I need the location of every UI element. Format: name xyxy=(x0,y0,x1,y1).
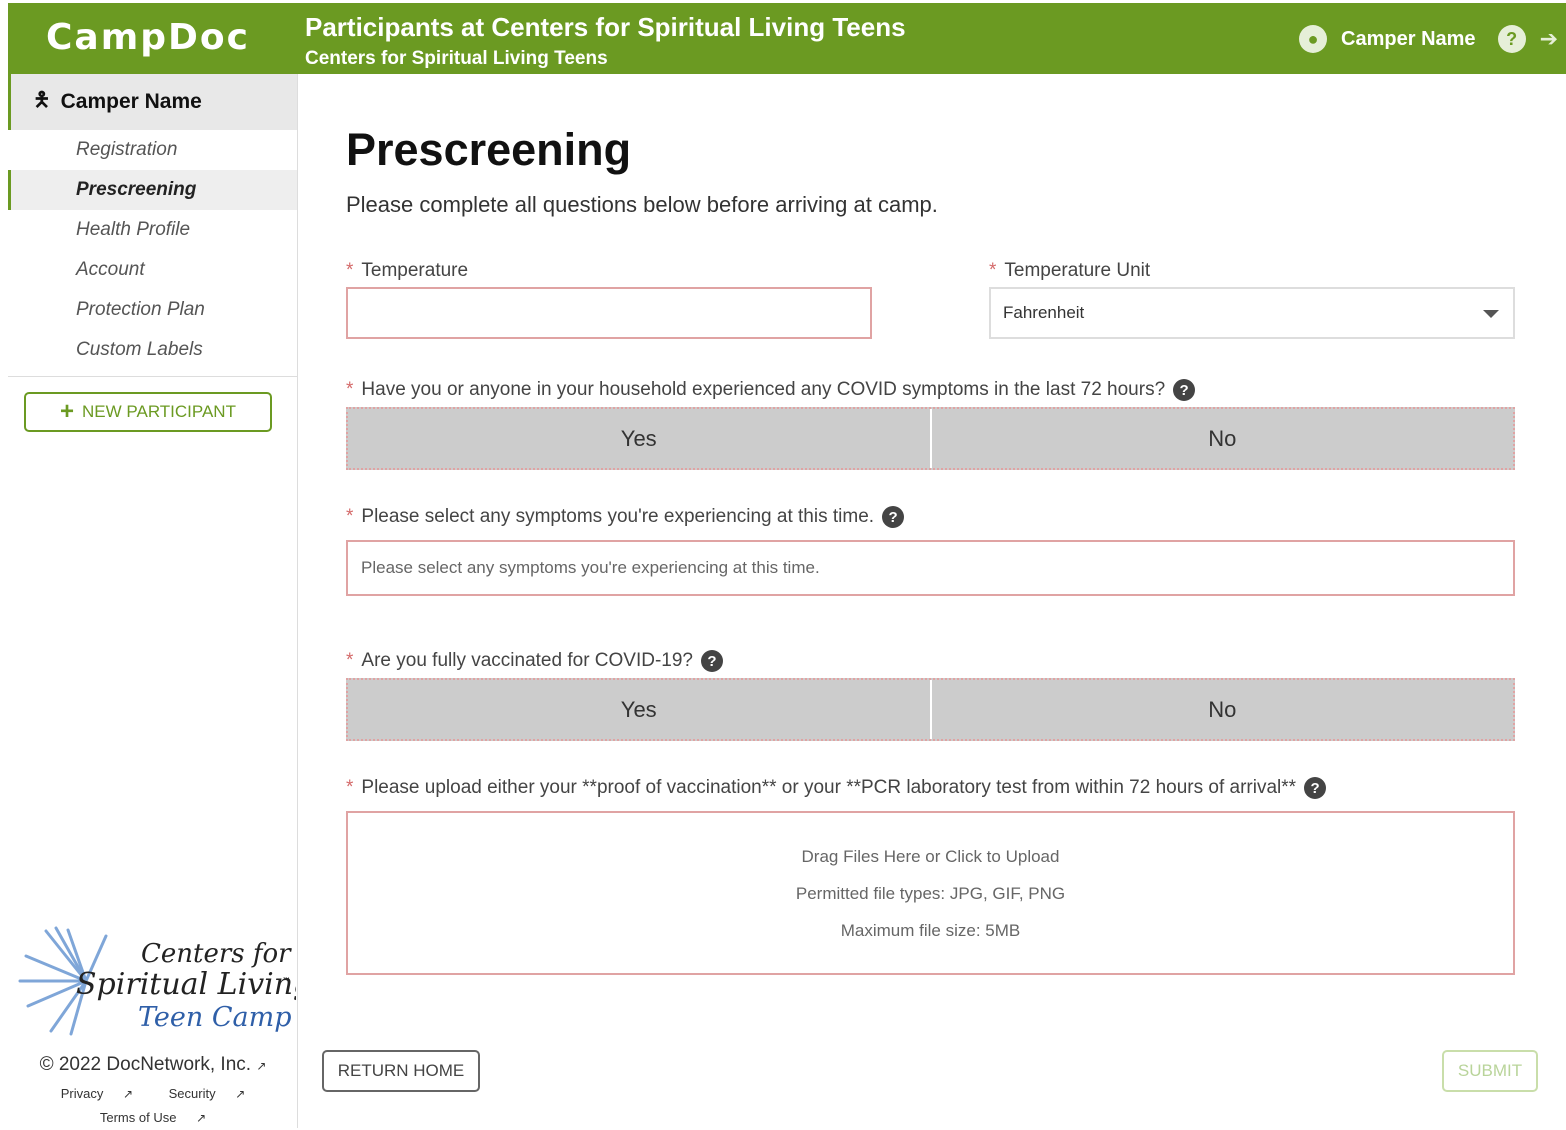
brand-line2: Spiritual Living xyxy=(76,967,296,1002)
vaccinated-label: * Are you fully vaccinated for COVID-19?? xyxy=(346,650,723,672)
sidebar-item-protection-plan[interactable]: Protection Plan xyxy=(8,290,297,330)
vaccinated-yes-button[interactable]: Yes xyxy=(348,680,932,739)
temperature-unit-value: Fahrenheit xyxy=(1003,303,1084,323)
required-marker: * xyxy=(346,506,353,527)
logout-icon[interactable]: ➔ xyxy=(1540,26,1558,52)
new-participant-label: NEW PARTICIPANT xyxy=(82,402,236,422)
covid-symptoms-label-text: Have you or anyone in your household exp… xyxy=(361,379,1165,400)
security-label: Security xyxy=(169,1086,216,1101)
footer-links: Privacy ↗ Security ↗ Terms of Use ↗ xyxy=(8,1082,298,1130)
help-icon[interactable]: ? xyxy=(1304,777,1326,799)
temperature-unit-label-text: Temperature Unit xyxy=(1004,260,1150,281)
external-link-icon: ↗ xyxy=(235,1087,245,1101)
submit-button[interactable]: SUBMIT xyxy=(1442,1050,1538,1092)
participant-header[interactable]: 🯅 Camper Name xyxy=(8,74,297,130)
upload-max-size: Maximum file size: 5MB xyxy=(348,912,1513,949)
vaccinated-label-text: Are you fully vaccinated for COVID-19? xyxy=(361,650,693,671)
sidebar-item-custom-labels[interactable]: Custom Labels xyxy=(8,330,297,370)
vaccinated-toggle: Yes No xyxy=(346,678,1515,741)
external-link-icon: ↗ xyxy=(196,1111,206,1125)
brand-line3: Teen Camp xyxy=(138,1002,291,1033)
covid-symptoms-toggle: Yes No xyxy=(346,407,1515,470)
covid-symptoms-yes-button[interactable]: Yes xyxy=(348,409,932,468)
user-name[interactable]: Camper Name xyxy=(1341,28,1476,51)
header-title: Participants at Centers for Spiritual Li… xyxy=(305,12,906,43)
main-content: Prescreening Please complete all questio… xyxy=(298,74,1566,1128)
copyright-text: © 2022 DocNetwork, Inc. xyxy=(40,1054,251,1075)
required-marker: * xyxy=(346,379,353,400)
symptoms-label: * Please select any symptoms you're exper… xyxy=(346,506,904,528)
temperature-unit-select[interactable]: Fahrenheit xyxy=(989,287,1515,339)
return-home-button[interactable]: RETURN HOME xyxy=(322,1050,480,1092)
copyright[interactable]: © 2022 DocNetwork, Inc. ↗ xyxy=(8,1054,298,1076)
person-icon: 🯅 xyxy=(33,85,51,119)
temperature-label: * Temperature xyxy=(346,260,468,282)
upload-label: * Please upload either your **proof of va… xyxy=(346,777,1326,799)
chevron-down-icon xyxy=(1483,310,1499,318)
help-icon[interactable]: ? xyxy=(1173,379,1195,401)
privacy-link[interactable]: Privacy ↗ xyxy=(53,1086,141,1101)
security-link[interactable]: Security ↗ xyxy=(161,1086,254,1101)
file-upload-dropzone[interactable]: Drag Files Here or Click to Upload Permi… xyxy=(346,811,1515,975)
user-icon[interactable]: ● xyxy=(1299,25,1327,53)
upload-instruction: Drag Files Here or Click to Upload xyxy=(348,838,1513,875)
covid-symptoms-label: * Have you or anyone in your household ex… xyxy=(346,379,1195,401)
terms-link[interactable]: Terms of Use ↗ xyxy=(92,1110,214,1125)
upload-file-types: Permitted file types: JPG, GIF, PNG xyxy=(348,875,1513,912)
terms-label: Terms of Use xyxy=(100,1110,177,1125)
symptoms-label-text: Please select any symptoms you're experi… xyxy=(361,506,874,527)
participant-name: Camper Name xyxy=(61,90,202,114)
brand-tm: ™ xyxy=(282,977,291,987)
required-marker: * xyxy=(346,777,353,798)
help-icon[interactable]: ? xyxy=(1498,25,1526,53)
header-subtitle: Centers for Spiritual Living Teens xyxy=(305,48,608,70)
sidebar-divider xyxy=(8,376,297,377)
campdoc-logo[interactable]: CampDoc xyxy=(46,17,250,58)
page-title: Prescreening xyxy=(346,124,631,176)
sidebar: 🯅 Camper Name Registration Prescreening … xyxy=(8,74,298,1128)
required-marker: * xyxy=(346,650,353,671)
vaccinated-no-button[interactable]: No xyxy=(932,680,1514,739)
covid-symptoms-no-button[interactable]: No xyxy=(932,409,1514,468)
user-menu: ● Camper Name ? ➔ xyxy=(1299,25,1558,53)
sidebar-footer: © 2022 DocNetwork, Inc. ↗ Privacy ↗ Secu… xyxy=(8,1054,298,1130)
symptoms-placeholder: Please select any symptoms you're experi… xyxy=(361,558,820,578)
external-link-icon: ↗ xyxy=(256,1059,266,1073)
new-participant-button[interactable]: + NEW PARTICIPANT xyxy=(24,392,272,432)
brand-line1: Centers for xyxy=(141,939,292,969)
external-link-icon: ↗ xyxy=(123,1087,133,1101)
camp-brand-logo: Centers for Spiritual Living ™ Teen Camp xyxy=(16,926,296,1041)
upload-label-text: Please upload either your **proof of vac… xyxy=(361,777,1296,798)
privacy-label: Privacy xyxy=(61,1086,104,1101)
required-marker: * xyxy=(989,260,996,281)
sidebar-item-account[interactable]: Account xyxy=(8,250,297,290)
required-marker: * xyxy=(346,260,353,281)
sidebar-item-prescreening[interactable]: Prescreening xyxy=(8,170,297,210)
sidebar-item-registration[interactable]: Registration xyxy=(8,130,297,170)
help-icon[interactable]: ? xyxy=(882,506,904,528)
symptoms-multiselect[interactable]: Please select any symptoms you're experi… xyxy=(346,540,1515,596)
temperature-input[interactable] xyxy=(346,287,872,339)
sidebar-item-health-profile[interactable]: Health Profile xyxy=(8,210,297,250)
help-icon[interactable]: ? xyxy=(701,650,723,672)
temperature-unit-label: * Temperature Unit xyxy=(989,260,1150,282)
temperature-label-text: Temperature xyxy=(361,260,468,281)
plus-icon: + xyxy=(60,400,74,424)
top-header: CampDoc Participants at Centers for Spir… xyxy=(8,3,1566,74)
page-intro: Please complete all questions below befo… xyxy=(346,192,938,218)
